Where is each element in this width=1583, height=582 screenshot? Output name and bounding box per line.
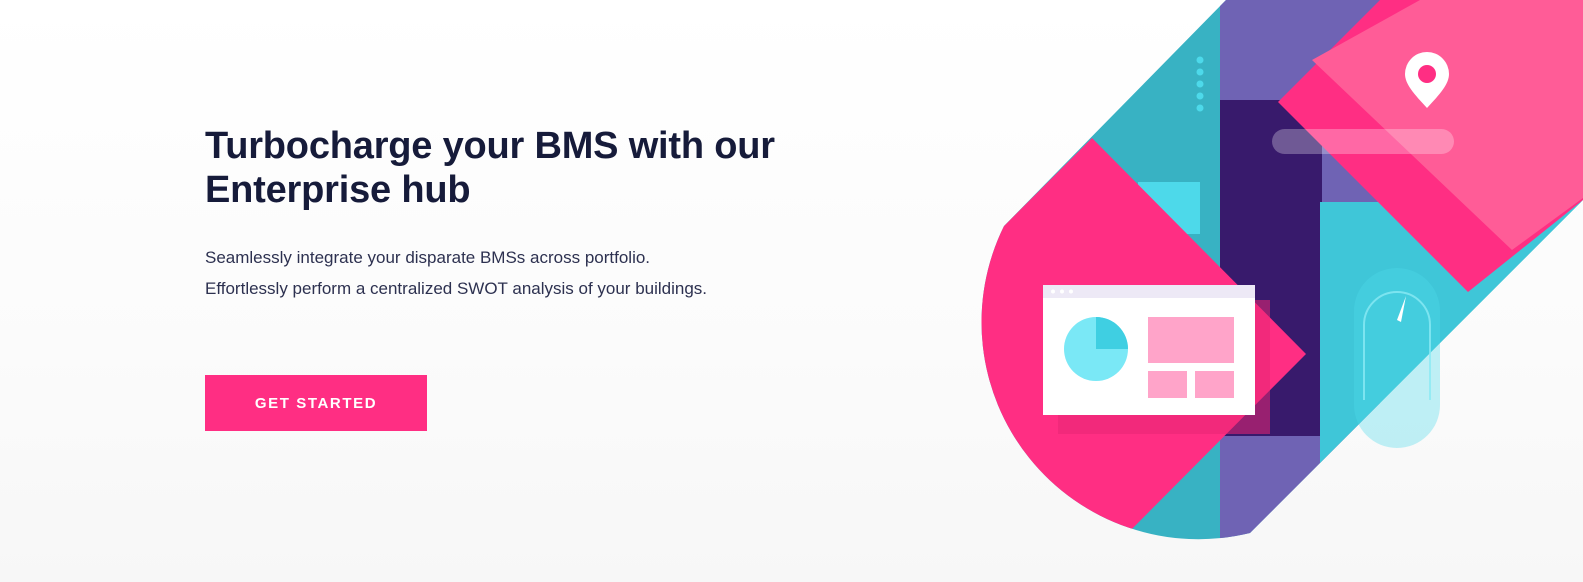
capsule-shape [981,0,1583,540]
hero-subtext: Seamlessly integrate your disparate BMSs… [205,248,708,298]
gauge-icon [1354,268,1440,448]
hero-headline: Turbocharge your BMS with our Enterprise… [205,125,775,211]
get-started-button[interactable]: GET STARTED [205,375,427,431]
pie-chart-icon [1064,317,1128,381]
dashboard-card [1043,285,1255,415]
hero-illustration [981,0,1583,540]
hero-section: Turbocharge your BMS with our Enterprise… [0,0,1583,582]
search-pill [1272,129,1454,154]
